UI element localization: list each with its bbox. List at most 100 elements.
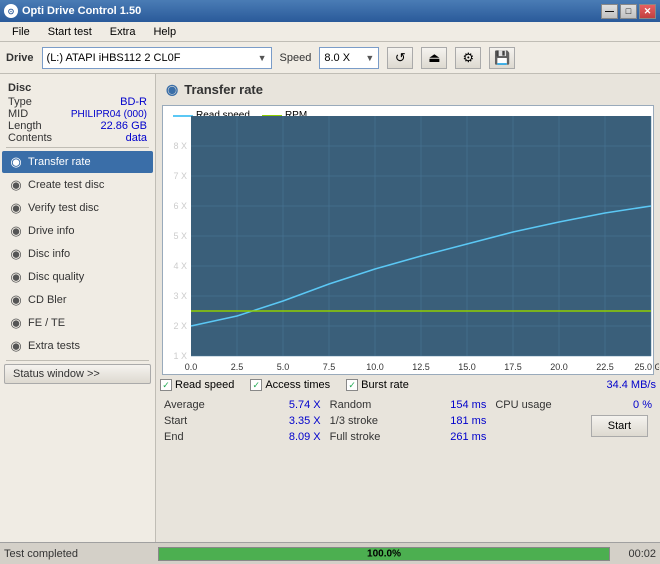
title-bar: ⊙ Opti Drive Control 1.50 — □ ✕ [0, 0, 660, 22]
burst-rate-checkbox[interactable]: ✓ [346, 379, 358, 391]
stat-group-middle: Random 154 ms 1/3 stroke 181 ms Full str… [326, 395, 491, 447]
start-btn-row: Start [495, 415, 652, 437]
svg-text:5 X: 5 X [173, 231, 187, 241]
disc-mid-row: MID PHILIPR04 (000) [0, 108, 155, 120]
progress-bar-container: 100.0% [158, 547, 610, 561]
menu-file[interactable]: File [4, 24, 38, 40]
save-button[interactable]: 💾 [489, 47, 515, 69]
drive-info-icon: ◉ [8, 223, 24, 239]
stat-average-value: 5.74 X [289, 399, 321, 411]
create-disc-icon: ◉ [8, 177, 24, 193]
sidebar-item-drive-info[interactable]: ◉ Drive info [2, 220, 153, 242]
svg-text:7.5: 7.5 [323, 362, 336, 372]
chart-svg: 8 X 7 X 6 X 5 X 4 X 3 X 2 X 1 X 0.0 2.5 … [163, 106, 659, 376]
eject-button[interactable]: ⏏ [421, 47, 447, 69]
svg-text:2.5: 2.5 [231, 362, 244, 372]
read-speed-checkbox[interactable]: ✓ [160, 379, 172, 391]
stat-random: Random 154 ms [330, 397, 487, 413]
svg-text:1 X: 1 X [173, 351, 187, 361]
panel-title: ◉ Transfer rate [160, 78, 656, 101]
close-button[interactable]: ✕ [639, 4, 656, 19]
stat-average-label: Average [164, 399, 205, 411]
drive-label: Drive [6, 52, 34, 64]
svg-text:4 X: 4 X [173, 261, 187, 271]
speed-arrow: ▼ [365, 53, 374, 63]
sidebar: Disc Type BD-R MID PHILIPR04 (000) Lengt… [0, 74, 156, 542]
sidebar-verify-disc-label: Verify test disc [28, 202, 99, 214]
disc-type-value: BD-R [120, 96, 147, 108]
stat-end-label: End [164, 431, 184, 443]
panel-title-text: Transfer rate [184, 82, 263, 97]
sidebar-item-disc-info[interactable]: ◉ Disc info [2, 243, 153, 265]
minimize-button[interactable]: — [601, 4, 618, 19]
status-text: Test completed [4, 548, 152, 560]
stat-cpu: CPU usage 0 % [495, 397, 652, 413]
disc-info-icon: ◉ [8, 246, 24, 262]
sidebar-item-cd-bler[interactable]: ◉ CD Bler [2, 289, 153, 311]
stat-fullstroke: Full stroke 261 ms [330, 429, 487, 445]
stat-group-right: CPU usage 0 % Start [491, 395, 656, 447]
sidebar-divider-1 [6, 147, 149, 148]
transfer-rate-icon: ◉ [8, 154, 24, 170]
stat-start-label: Start [164, 415, 187, 427]
disc-contents-label: Contents [8, 132, 52, 144]
sidebar-item-transfer-rate[interactable]: ◉ Transfer rate [2, 151, 153, 173]
checkbox-burst-rate[interactable]: ✓ Burst rate [346, 379, 409, 391]
drive-select-arrow: ▼ [258, 53, 267, 63]
sidebar-item-extra-tests[interactable]: ◉ Extra tests [2, 335, 153, 357]
sidebar-item-fe-te[interactable]: ◉ FE / TE [2, 312, 153, 334]
checkbox-read-speed[interactable]: ✓ Read speed [160, 379, 234, 391]
status-window-label: Status window >> [13, 368, 100, 380]
disc-mid-label: MID [8, 108, 28, 120]
svg-text:8 X: 8 X [173, 141, 187, 151]
sidebar-divider-2 [6, 360, 149, 361]
disc-type-row: Type BD-R [0, 96, 155, 108]
progress-percentage: 100.0% [367, 548, 401, 559]
speed-value: 8.0 X [324, 52, 350, 64]
sidebar-item-verify-test-disc[interactable]: ◉ Verify test disc [2, 197, 153, 219]
maximize-button[interactable]: □ [620, 4, 637, 19]
access-times-checkbox[interactable]: ✓ [250, 379, 262, 391]
stat-fullstroke-label: Full stroke [330, 431, 381, 443]
disc-length-value: 22.86 GB [101, 120, 147, 132]
burst-rate-checkbox-label: Burst rate [361, 379, 409, 391]
burst-rate-value: 34.4 MB/s [606, 379, 656, 391]
svg-text:15.0: 15.0 [458, 362, 476, 372]
read-speed-checkbox-label: Read speed [175, 379, 234, 391]
menu-start-test[interactable]: Start test [40, 24, 100, 40]
stat-random-value: 154 ms [450, 399, 486, 411]
disc-contents-value: data [126, 132, 147, 144]
sidebar-item-disc-quality[interactable]: ◉ Disc quality [2, 266, 153, 288]
stat-cpu-value: 0 % [633, 399, 652, 411]
disc-contents-row: Contents data [0, 132, 155, 144]
svg-text:0.0: 0.0 [185, 362, 198, 372]
time-display: 00:02 [616, 548, 656, 560]
main-content: Disc Type BD-R MID PHILIPR04 (000) Lengt… [0, 74, 660, 542]
refresh-button[interactable]: ↺ [387, 47, 413, 69]
disc-length-row: Length 22.86 GB [0, 120, 155, 132]
status-window-button[interactable]: Status window >> [4, 364, 151, 384]
chart-container: Read speed RPM [162, 105, 654, 375]
fe-te-icon: ◉ [8, 315, 24, 331]
stat-fullstroke-value: 261 ms [450, 431, 486, 443]
verify-disc-icon: ◉ [8, 200, 24, 216]
extra-tests-icon: ◉ [8, 338, 24, 354]
menu-bar: File Start test Extra Help [0, 22, 660, 42]
drive-select[interactable]: (L:) ATAPI iHBS112 2 CL0F ▼ [42, 47, 272, 69]
sidebar-cd-bler-label: CD Bler [28, 294, 67, 306]
options-button[interactable]: ⚙ [455, 47, 481, 69]
speed-select[interactable]: 8.0 X ▼ [319, 47, 379, 69]
stat-onethird: 1/3 stroke 181 ms [330, 413, 487, 429]
svg-text:25.0 GB: 25.0 GB [634, 362, 659, 372]
sidebar-disc-info-label: Disc info [28, 248, 70, 260]
stats-rows: Average 5.74 X Start 3.35 X End 8.09 X R… [160, 395, 656, 447]
svg-text:7 X: 7 X [173, 171, 187, 181]
sidebar-item-create-test-disc[interactable]: ◉ Create test disc [2, 174, 153, 196]
app-icon: ⊙ [4, 4, 18, 18]
menu-extra[interactable]: Extra [102, 24, 144, 40]
start-button[interactable]: Start [591, 415, 648, 437]
menu-help[interactable]: Help [145, 24, 184, 40]
sidebar-create-disc-label: Create test disc [28, 179, 104, 191]
checkbox-access-times[interactable]: ✓ Access times [250, 379, 330, 391]
panel-title-icon: ◉ [166, 81, 178, 98]
